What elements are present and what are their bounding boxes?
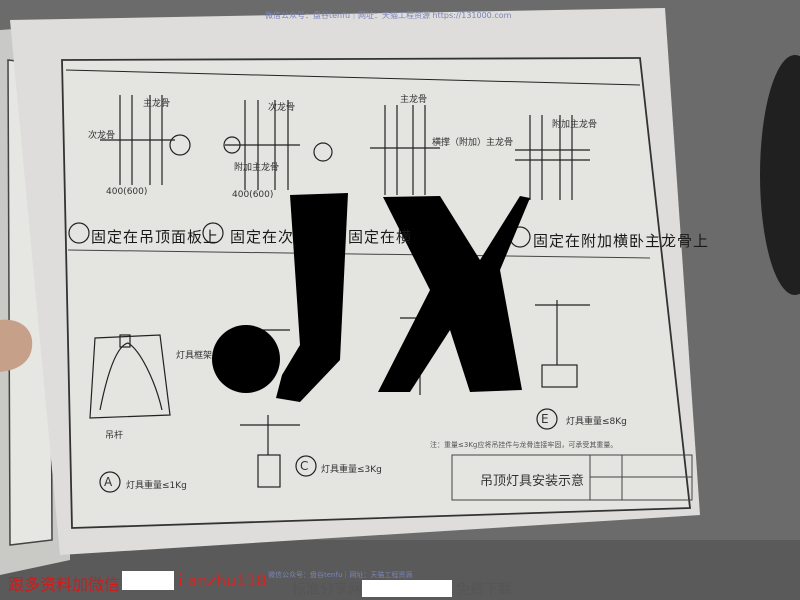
label-cross-keel: 横撑（附加）主龙骨: [432, 138, 514, 148]
redaction-box-2: [362, 580, 452, 597]
top-watermark: 微信公众号：盘谷tenfu｜网址：天猫工程资源 https://131000.c…: [265, 11, 512, 20]
label-extra-keel: 附加主龙骨: [234, 163, 280, 173]
label-main-keel-2: 主龙骨: [400, 95, 428, 105]
detail-e-letter: E: [541, 412, 549, 426]
sheet-title: 吊顶灯具安装示意: [480, 474, 585, 489]
label-weight-c: 灯具重量≤3Kg: [321, 465, 382, 475]
redaction-box-1: [122, 571, 174, 590]
label-extra-keel-2: 附加主龙骨: [552, 120, 598, 130]
watermark-std-share: 标准分享网: [292, 582, 362, 598]
figure-1-caption: 固定在吊顶面板上: [91, 228, 220, 246]
figure-2-caption: 固定在次: [230, 228, 295, 246]
label-dim-400-b: 400(600): [232, 190, 274, 200]
note-text: 注：重量≤3Kg应将吊挂件与龙骨连接牢固，可承受其重量。: [430, 441, 618, 449]
label-hanger: 吊杆: [105, 431, 124, 441]
figure-3-caption: 固定在横: [348, 228, 413, 246]
detail-a-letter: A: [104, 475, 113, 489]
photo-scene: [0, 0, 800, 600]
label-dim-400-a: 400(600): [106, 187, 148, 197]
watermark-free-download: 免费下载: [456, 582, 512, 598]
label-weight-e: 灯具重量≤8Kg: [566, 417, 627, 427]
figure-4-caption: 固定在附加横卧主龙骨上: [533, 232, 710, 250]
detail-c-letter: C: [300, 459, 309, 473]
watermark-id: i anzhu118: [178, 571, 267, 590]
label-lamp-frame: 灯具框架: [176, 351, 213, 361]
label-main-keel: 主龙骨: [143, 99, 171, 109]
watermark-wechat-text: 跟多资料加微信: [8, 575, 121, 594]
label-sub-keel-2: 次龙骨: [268, 103, 296, 113]
label-weight-a: 灯具重量≤1Kg: [126, 481, 187, 491]
label-sub-keel: 次龙骨: [88, 131, 116, 141]
